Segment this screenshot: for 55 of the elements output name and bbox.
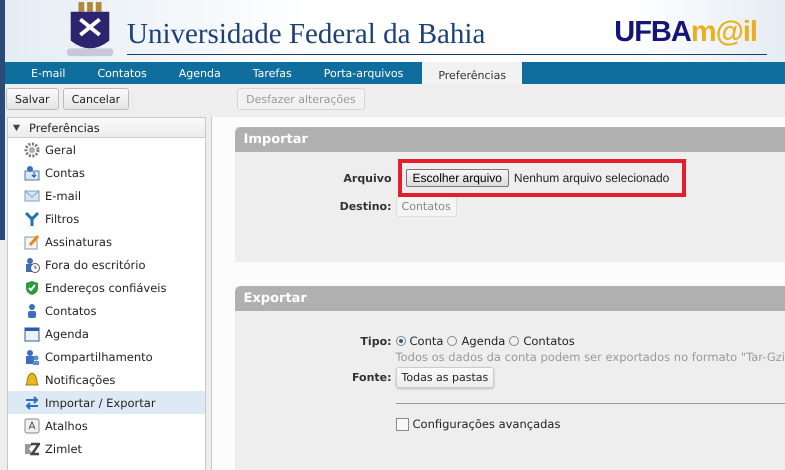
checkbox-icon[interactable] bbox=[396, 418, 409, 431]
card-title: Importar bbox=[234, 127, 785, 152]
person-clock-icon bbox=[24, 256, 40, 272]
sidebar-item[interactable]: Compartilhamento bbox=[8, 345, 205, 368]
field-label: Arquivo bbox=[342, 172, 393, 184]
branch-icon bbox=[24, 210, 40, 226]
shield-check-icon bbox=[24, 280, 40, 296]
bell-icon bbox=[24, 372, 40, 388]
radio-icon[interactable] bbox=[509, 336, 520, 346]
collapse-icon[interactable] bbox=[12, 123, 21, 132]
gear-icon bbox=[24, 142, 40, 158]
sidebar-item[interactable]: Contas bbox=[8, 161, 205, 184]
app-tab[interactable]: Preferências bbox=[422, 62, 522, 84]
university-title: Universidade Federal da Bahia bbox=[127, 18, 486, 50]
sidebar-item[interactable]: Geral bbox=[8, 138, 205, 161]
radio-icon[interactable] bbox=[396, 336, 406, 346]
sidebar-header[interactable]: Preferências bbox=[8, 118, 205, 138]
field-label: Tipo: bbox=[359, 334, 393, 348]
toolbar-button[interactable]: Salvar bbox=[6, 88, 59, 110]
app-tab[interactable]: Tarefas bbox=[236, 62, 308, 84]
radio-icon[interactable] bbox=[447, 336, 458, 346]
field-label: Fonte: bbox=[350, 371, 393, 384]
arrows-icon bbox=[24, 394, 40, 410]
sidebar-item[interactable]: Zimlet bbox=[8, 437, 205, 460]
sidebar-title: Preferências bbox=[29, 120, 100, 134]
sidebar-item[interactable]: Assinaturas bbox=[8, 230, 205, 253]
field-label: Destino: bbox=[338, 200, 393, 213]
key-icon bbox=[24, 418, 40, 434]
source-button[interactable]: Todas as pastas bbox=[396, 367, 494, 388]
checkbox-option[interactable]: Configurações avançadas bbox=[396, 417, 560, 432]
toolbar-button[interactable]: Cancelar bbox=[62, 88, 130, 110]
app-tab[interactable]: Porta-arquivos bbox=[308, 62, 420, 84]
sidebar-item[interactable]: E-mail bbox=[8, 184, 205, 207]
sidebar-item[interactable]: Importar / Exportar bbox=[8, 391, 205, 414]
choose-file-button[interactable]: Escolher arquivo bbox=[406, 169, 509, 187]
calendar-icon bbox=[24, 326, 40, 342]
radio-option[interactable]: Contatos bbox=[509, 334, 575, 348]
sidebar-item[interactable]: Contatos bbox=[8, 299, 205, 322]
pencil-icon bbox=[24, 234, 40, 250]
app-tab[interactable]: E-mail bbox=[15, 62, 82, 84]
app-tab[interactable]: Contatos bbox=[82, 62, 163, 84]
app-tab[interactable]: Agenda bbox=[162, 62, 237, 84]
sidebar-item[interactable]: Atalhos bbox=[8, 414, 205, 437]
file-status: Nenhum arquivo selecionado bbox=[514, 171, 670, 185]
hint-text: Todos os dados da conta podem ser exportados no formato "Tar-Gzi bbox=[396, 350, 785, 364]
sidebar-item[interactable]: Agenda bbox=[8, 322, 205, 345]
mail-logo: UFBAm@il bbox=[614, 16, 757, 49]
radio-option[interactable]: Agenda bbox=[447, 334, 506, 348]
sidebar-item[interactable]: Endereços confiáveis bbox=[8, 276, 205, 299]
sidebar-item[interactable]: Notificações bbox=[8, 368, 205, 391]
sidebar-item[interactable]: Fora do escritório bbox=[8, 253, 205, 276]
people-icon bbox=[24, 348, 40, 364]
card-title: Exportar bbox=[234, 286, 785, 312]
radio-option[interactable]: Conta bbox=[396, 334, 444, 348]
sidebar-item[interactable]: Filtros bbox=[8, 207, 205, 230]
